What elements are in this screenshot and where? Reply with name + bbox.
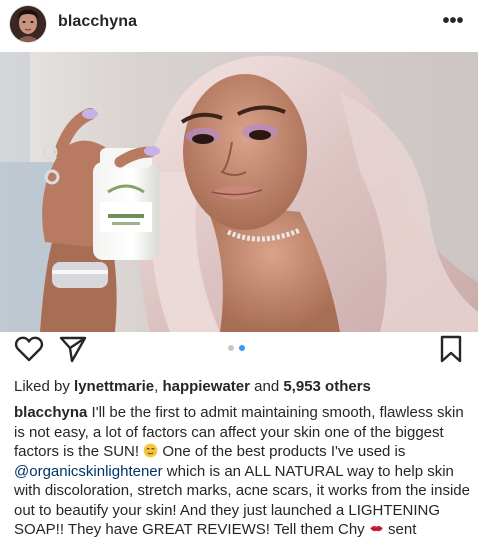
carousel-dot bbox=[228, 345, 234, 351]
liker-link[interactable]: happiewater bbox=[162, 378, 250, 395]
caption-username[interactable]: blacchyna bbox=[14, 404, 87, 421]
caption-text: sent bbox=[383, 521, 417, 538]
share-button[interactable] bbox=[58, 334, 88, 364]
send-paper-plane-icon bbox=[59, 336, 87, 363]
liker-link[interactable]: lynettmarie bbox=[74, 378, 154, 395]
relieved-face-emoji-icon bbox=[143, 443, 158, 458]
post-action-bar bbox=[0, 332, 478, 374]
post-caption: blacchyna I'll be the first to admit mai… bbox=[14, 403, 470, 540]
likes-count[interactable]: 5,953 others bbox=[283, 378, 371, 395]
likes-and: and bbox=[249, 378, 284, 395]
post-image bbox=[0, 52, 478, 332]
post-header: blacchyna ••• bbox=[0, 0, 478, 48]
more-options-button[interactable]: ••• bbox=[440, 8, 466, 34]
heart-icon bbox=[14, 336, 44, 362]
save-button[interactable] bbox=[436, 334, 466, 364]
carousel-indicator bbox=[228, 345, 245, 351]
carousel-dot-active bbox=[239, 345, 245, 351]
kiss-mark-emoji-icon bbox=[369, 521, 384, 536]
avatar-image bbox=[10, 6, 46, 42]
likes-summary: Liked by lynettmarie, happiewater and 5,… bbox=[14, 378, 371, 395]
caption-mention-link[interactable]: @organicskinlightener bbox=[14, 463, 163, 480]
likes-prefix: Liked by bbox=[14, 378, 75, 395]
post-username[interactable]: blacchyna bbox=[58, 13, 137, 31]
post-photo[interactable] bbox=[0, 52, 478, 332]
caption-text: One of the best products I've used is bbox=[158, 443, 406, 460]
bookmark-icon bbox=[440, 335, 462, 363]
profile-avatar[interactable] bbox=[10, 6, 46, 42]
more-horizontal-icon: ••• bbox=[442, 9, 464, 32]
like-button[interactable] bbox=[14, 334, 44, 364]
